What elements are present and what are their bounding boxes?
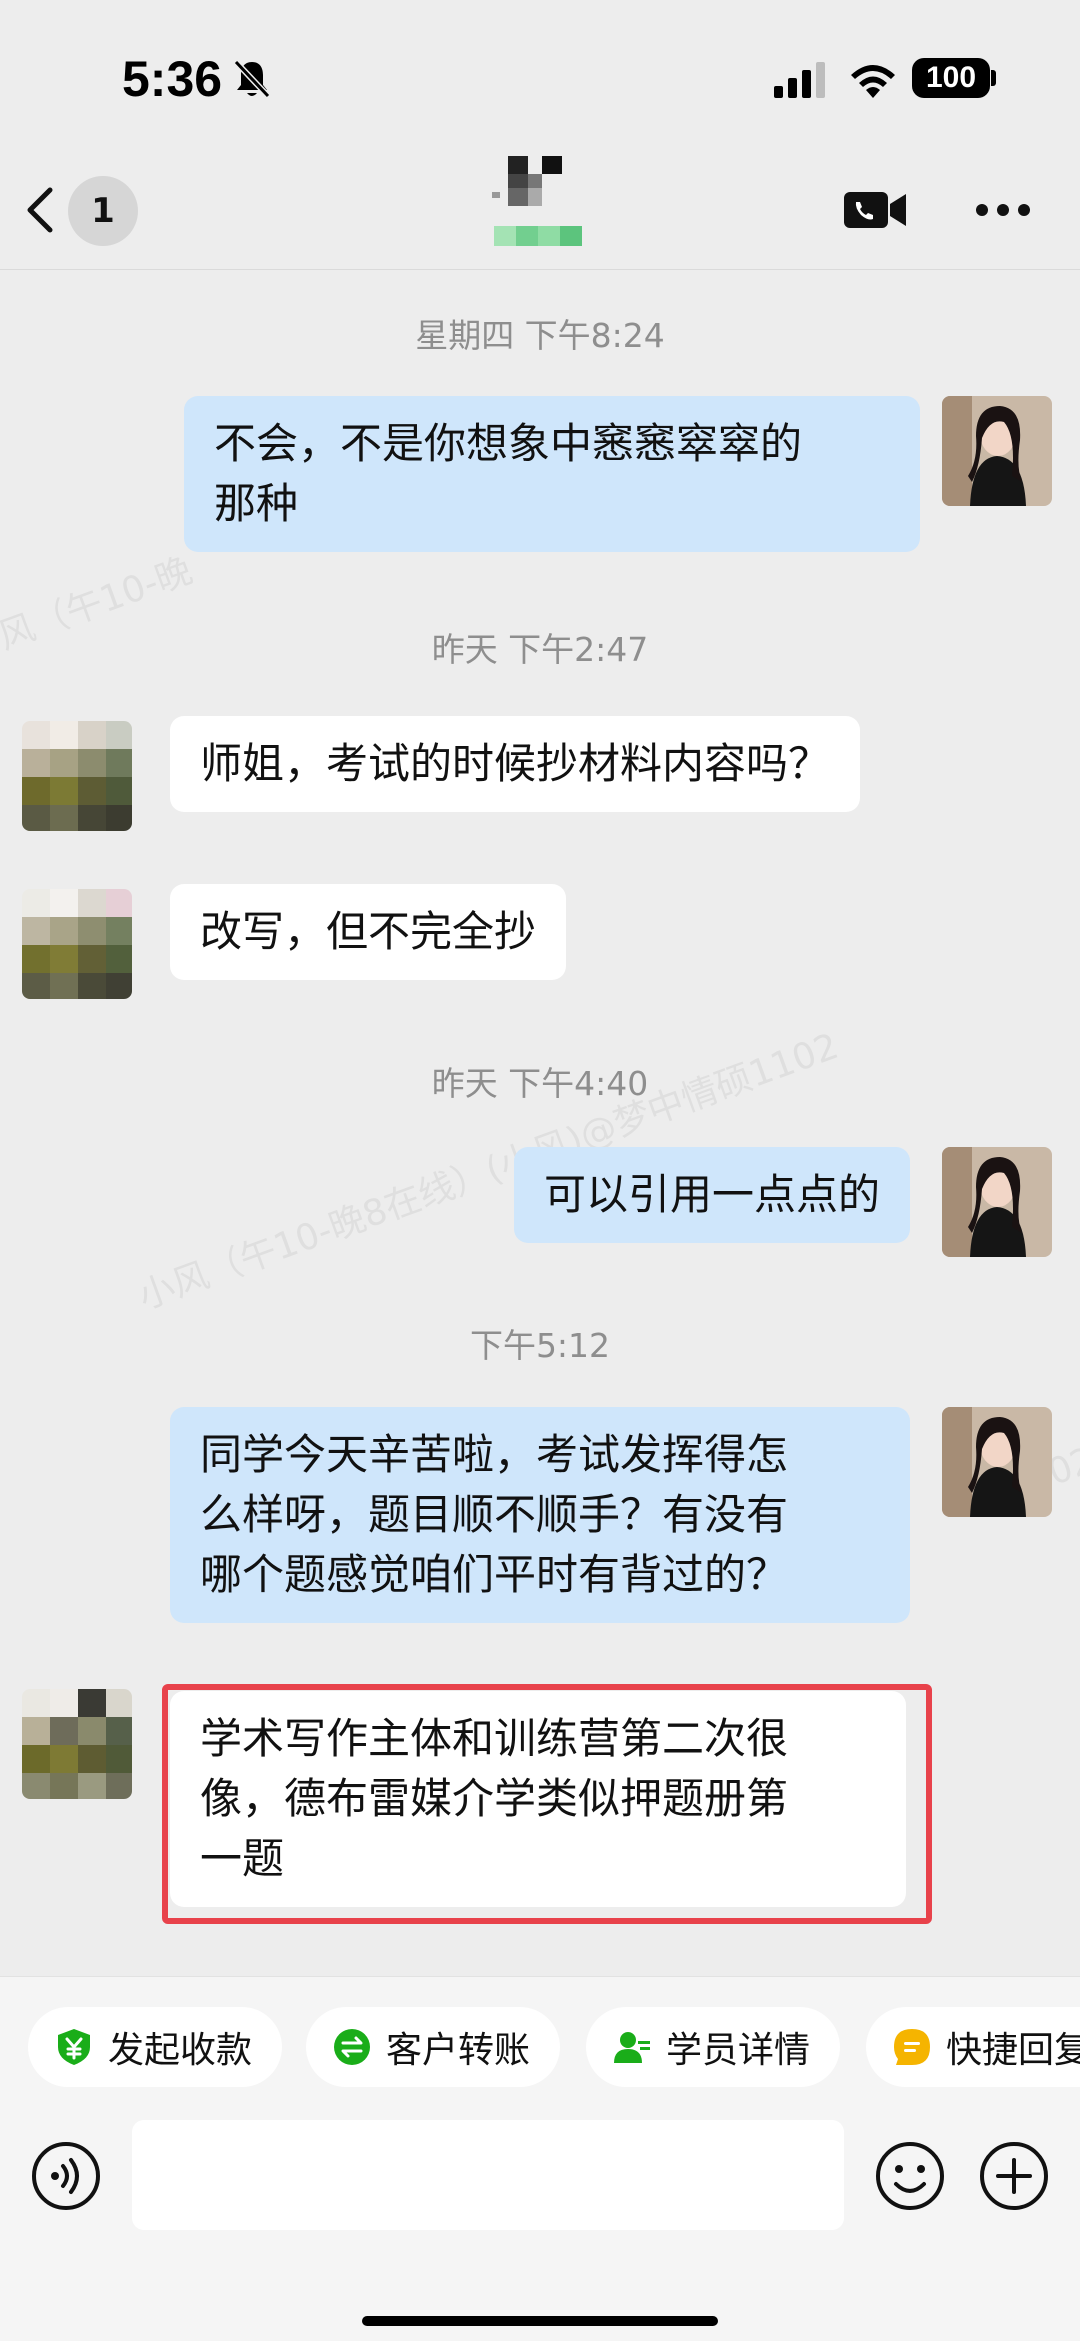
student-details-icon [614, 2032, 650, 2063]
message-timestamp: 星期四 下午8:24 [415, 316, 665, 355]
voice-icon[interactable] [30, 2140, 102, 2212]
plus-icon[interactable] [978, 2140, 1050, 2212]
transfer-button[interactable]: 客户转账 [306, 2007, 561, 2087]
battery-nub [991, 70, 996, 86]
quick-reply-button[interactable]: 快捷回复 [866, 2007, 1080, 2087]
my-message-bubble[interactable]: 可以引用一点点的 [513, 1147, 910, 1243]
input-bar [0, 2116, 1080, 2341]
message-timestamp: 昨天 下午4:40 [431, 1064, 649, 1103]
student-details-button[interactable]: 学员详情 [586, 2007, 841, 2087]
wifi-icon [851, 65, 895, 98]
chip-label: 客户转账 [386, 2030, 531, 2071]
chip-label: 发起收款 [108, 2030, 253, 2071]
message-text-line: 同学今天辛苦啦，考试发挥得怎 [200, 1430, 789, 1479]
my-message-bubble[interactable]: 同学今天辛苦啦，考试发挥得怎 么样呀，题目顺不顺手？有没有 哪个题感觉咱们平时有… [170, 1407, 910, 1623]
battery-icon: 100 [912, 58, 990, 98]
message-text-line: 可以引用一点点的 [543, 1170, 880, 1219]
message-text-line: 改写，但不完全抄 [200, 907, 537, 956]
contact-avatar[interactable] [22, 889, 132, 999]
message-list[interactable]: 小风（午10-晚8在线）(小风)@梦中情硕1102 风（午10-晚 1102 星… [0, 271, 1080, 1976]
more-icon[interactable] [974, 202, 1032, 218]
contact-message-bubble[interactable]: 改写，但不完全抄 [170, 884, 567, 980]
my-avatar[interactable] [942, 396, 1052, 506]
contact-message-bubble[interactable]: 师姐，考试的时候抄材料内容吗？ [170, 716, 861, 812]
contact-status-redacted [494, 226, 582, 246]
my-avatar[interactable] [942, 1147, 1052, 1257]
message-timestamp: 昨天 下午2:47 [431, 630, 649, 669]
payment-request-icon [58, 2029, 90, 2065]
bell-off-icon [233, 59, 271, 99]
message-text-line: 么样呀，题目顺不顺手？有没有 [200, 1490, 789, 1539]
highlight-annotation-box [162, 1684, 932, 1924]
chat-header: 1 [0, 150, 1080, 270]
unread-count-badge[interactable]: 1 [68, 176, 138, 246]
home-indicator [362, 2316, 718, 2326]
my-message-bubble[interactable]: 不会，不是你想象中窸窸窣窣的 那种 [184, 396, 920, 552]
status-bar: 5:36 100 [0, 0, 1080, 150]
message-input[interactable] [132, 2120, 844, 2230]
emoji-icon[interactable] [874, 2140, 946, 2212]
my-avatar[interactable] [942, 1407, 1052, 1517]
contact-avatar[interactable] [22, 1689, 132, 1799]
video-call-icon[interactable] [842, 188, 908, 232]
status-time: 5:36 [122, 51, 223, 107]
message-timestamp: 下午5:12 [469, 1326, 611, 1365]
quick-reply-icon [894, 2029, 930, 2065]
message-text-line: 哪个题感觉咱们平时有背过的？ [200, 1550, 789, 1599]
chip-label: 学员详情 [666, 2030, 811, 2071]
contact-avatar[interactable] [22, 721, 132, 831]
quick-actions-bar[interactable]: 发起收款 客户转账 学员详情 快捷回复 [0, 1976, 1080, 2116]
back-icon[interactable] [20, 184, 60, 236]
message-text-line: 师姐，考试的时候抄材料内容吗？ [200, 739, 831, 788]
payment-request-button[interactable]: 发起收款 [28, 2007, 283, 2087]
transfer-icon [334, 2029, 370, 2065]
message-text-line: 不会，不是你想象中窸窸窣窣的 [214, 419, 803, 468]
contact-name-redacted [492, 156, 562, 206]
message-text-line: 那种 [214, 479, 299, 528]
signal-icon [774, 62, 825, 98]
chip-label: 快捷回复 [946, 2030, 1080, 2071]
